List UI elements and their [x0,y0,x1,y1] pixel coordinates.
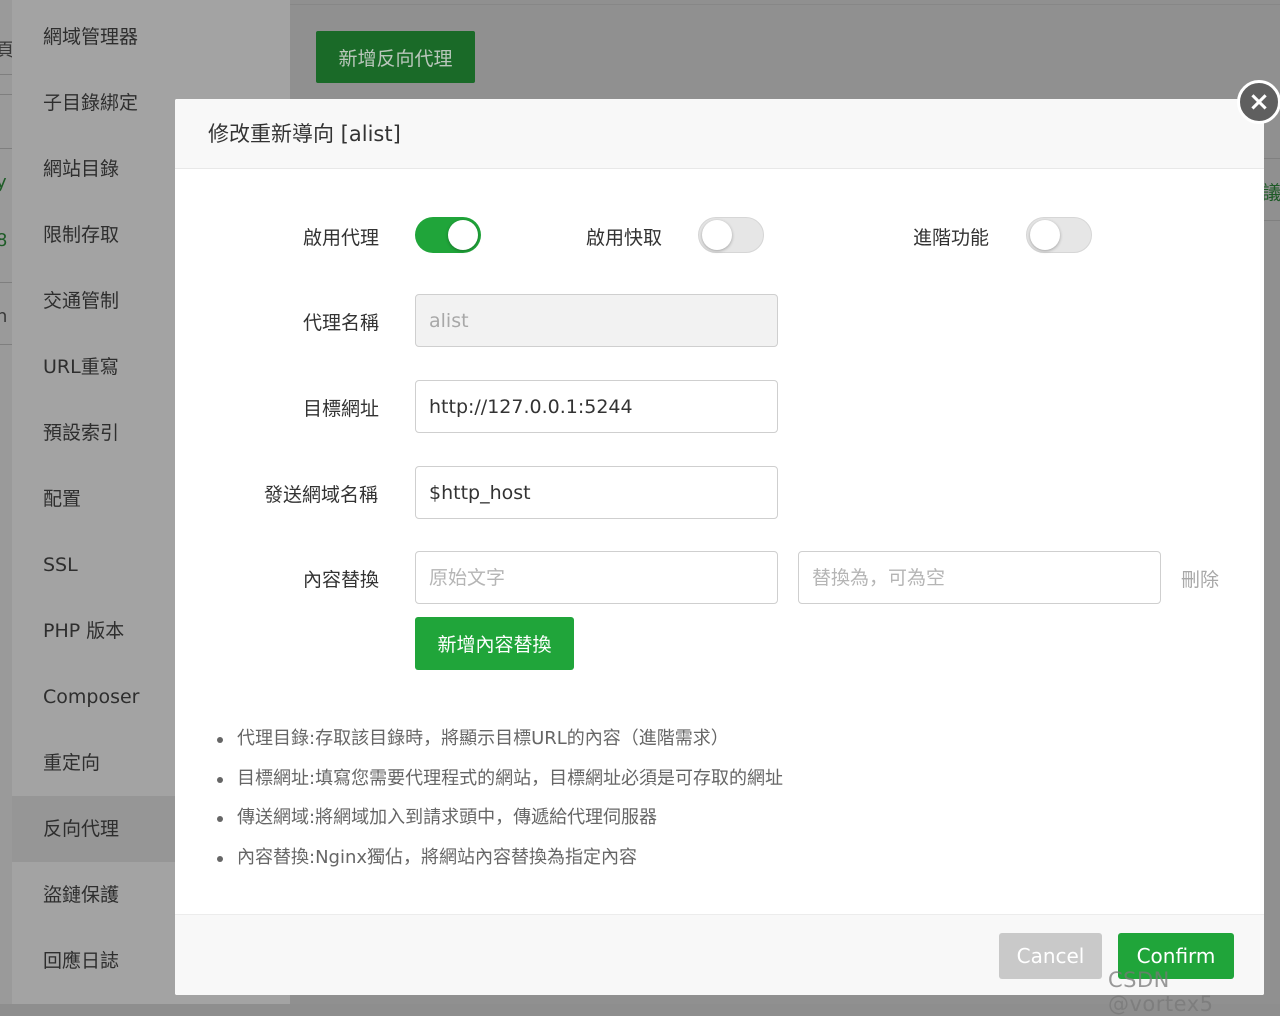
left-edge-strip: 頁 y 8 h [0,0,14,1004]
enable-proxy-label: 啟用代理 [303,227,380,249]
divider [290,4,1280,5]
close-icon[interactable]: × [1237,80,1280,124]
proxy-name-input [415,294,778,347]
send-domain-label: 發送網域名稱 [264,484,379,506]
edit-proxy-dialog: 修改重新導向 [alist] 啟用代理 啟用快取 進階功能 代理名稱 目標網址 … [175,99,1264,995]
target-url-input[interactable] [415,380,778,433]
original-text-input[interactable] [415,551,778,604]
close-glyph: × [1248,87,1270,117]
advanced-features-label: 進階功能 [913,227,990,249]
enable-cache-toggle[interactable] [698,217,764,253]
replacement-text-input[interactable] [798,551,1161,604]
divider [0,344,12,345]
list-item: 目標網址:填寫您需要代理程式的網站，目標網址必須是可存取的網址 [217,764,783,804]
list-item: 內容替換:Nginx獨佔，將網站內容替換為指定內容 [217,843,783,883]
list-item: 傳送網域:將網域加入到請求頭中，傳遞給代理伺服器 [217,803,783,843]
divider [1262,220,1280,221]
divider [0,282,12,283]
add-content-replace-button[interactable]: 新增內容替換 [415,617,574,670]
toggle-knob [702,220,732,250]
send-domain-input[interactable] [415,466,778,519]
enable-proxy-toggle[interactable] [415,217,481,253]
proxy-name-label: 代理名稱 [303,312,380,334]
sidebar-item-domain-manager[interactable]: 網域管理器 [12,4,290,70]
edge-text-fragment: y [0,172,7,193]
dialog-title: 修改重新導向 [alist] [175,99,1264,169]
toggle-knob [448,220,478,250]
watermark-text: CSDN @vortex5 [1108,968,1214,1016]
toggle-knob [1030,220,1060,250]
cancel-button[interactable]: Cancel [999,933,1102,979]
help-notes-list: 代理目錄:存取該目錄時，將顯示目標URL的內容（進階需求） 目標網址:填寫您需要… [217,724,783,882]
divider [0,94,12,95]
target-url-label: 目標網址 [303,398,380,420]
dialog-footer: Cancel Confirm [175,914,1264,995]
edge-text-fragment: 8 [0,230,8,251]
advanced-features-toggle[interactable] [1026,217,1092,253]
divider [1262,158,1280,159]
background-text-fragment: 議 [1262,182,1280,204]
enable-cache-label: 啟用快取 [586,227,663,249]
divider [0,148,12,149]
divider [0,74,12,75]
delete-replace-link[interactable]: 刪除 [1181,565,1219,592]
content-replace-label: 內容替換 [303,569,380,591]
edge-text-fragment: h [0,306,8,327]
list-item: 代理目錄:存取該目錄時，將顯示目標URL的內容（進階需求） [217,724,783,764]
add-reverse-proxy-button[interactable]: 新增反向代理 [316,31,475,83]
